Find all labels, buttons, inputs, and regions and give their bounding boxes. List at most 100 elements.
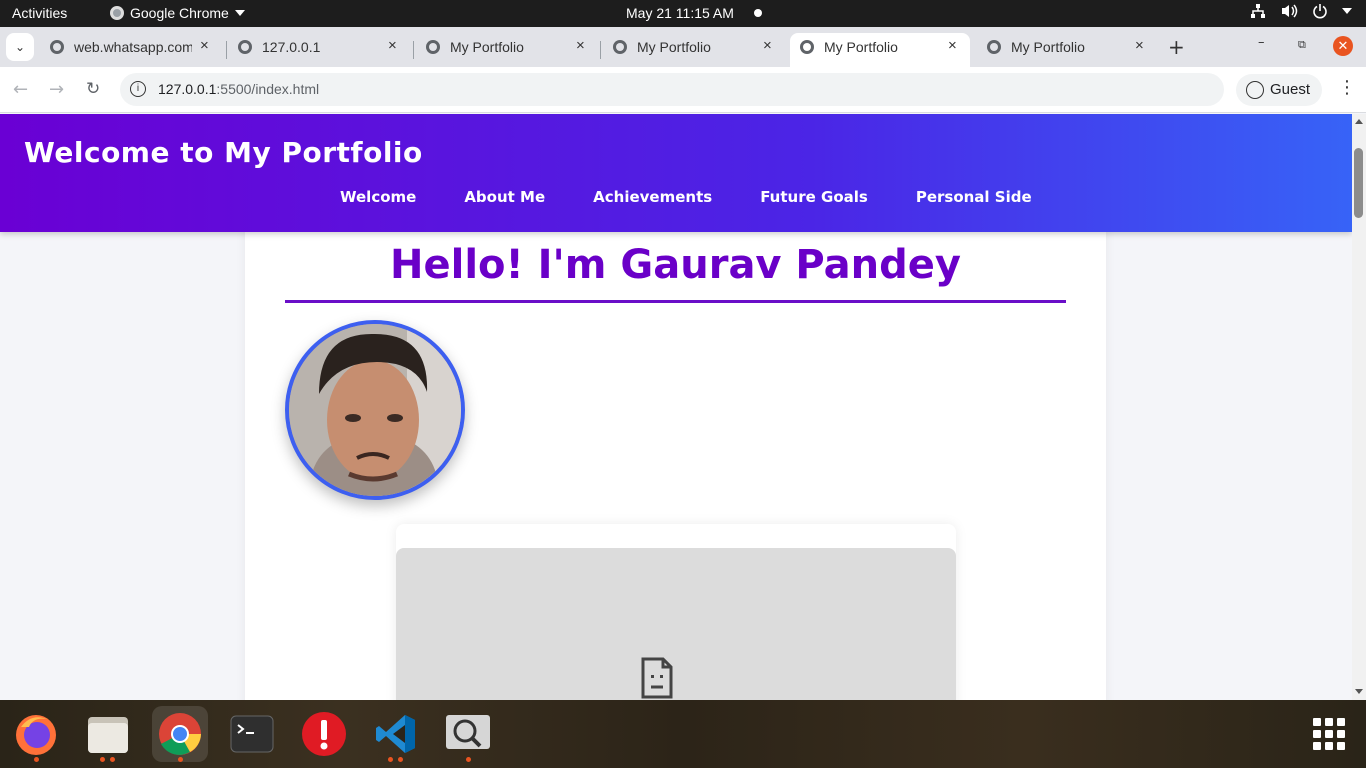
profile-button[interactable]: Guest bbox=[1236, 74, 1322, 106]
files-icon bbox=[88, 717, 128, 753]
notification-dot-icon bbox=[754, 9, 762, 17]
nav-future-goals[interactable]: Future Goals bbox=[736, 188, 892, 206]
page-viewport: Hello! I'm Gaurav Pandey Welcome to My P… bbox=[0, 114, 1352, 700]
restore-icon[interactable]: ⧉ bbox=[1298, 38, 1306, 52]
tab-portfolio-active[interactable]: My Portfolio × bbox=[790, 33, 970, 67]
window-close-icon[interactable]: ✕ bbox=[1333, 36, 1353, 56]
dock-software-updater[interactable] bbox=[296, 706, 352, 762]
tab-portfolio-4[interactable]: My Portfolio × bbox=[977, 33, 1157, 67]
terminal-icon bbox=[230, 715, 274, 753]
tab-search-button[interactable]: ⌄ bbox=[6, 33, 34, 61]
close-tab-icon[interactable]: × bbox=[576, 37, 585, 54]
tab-title: My Portfolio bbox=[637, 39, 711, 55]
dock-terminal[interactable] bbox=[224, 706, 280, 762]
back-icon[interactable]: ← bbox=[13, 79, 28, 100]
scrollbar-thumb[interactable] bbox=[1354, 148, 1363, 218]
firefox-icon bbox=[16, 715, 56, 755]
sad-document-icon bbox=[641, 657, 673, 699]
chrome-small-icon bbox=[110, 6, 124, 20]
heading-underline bbox=[285, 300, 1066, 303]
dock-files[interactable] bbox=[80, 706, 136, 762]
tab-divider bbox=[226, 41, 227, 59]
url-host: 127.0.0.1 bbox=[158, 81, 217, 97]
chevron-down-icon bbox=[234, 10, 245, 16]
more-menu-icon[interactable]: ⋮ bbox=[1338, 77, 1356, 98]
running-indicator bbox=[100, 757, 105, 762]
address-bar[interactable]: i 127.0.0.1:5500/index.html bbox=[120, 73, 1224, 106]
url-text: 127.0.0.1:5500/index.html bbox=[158, 81, 319, 97]
account-icon bbox=[1246, 81, 1264, 99]
close-tab-icon[interactable]: × bbox=[200, 37, 209, 54]
close-tab-icon[interactable]: × bbox=[1135, 37, 1144, 54]
page-scrollbar[interactable] bbox=[1352, 114, 1366, 700]
scroll-down-icon[interactable] bbox=[1355, 689, 1363, 694]
nav-personal-side[interactable]: Personal Side bbox=[892, 188, 1056, 206]
close-tab-icon[interactable]: × bbox=[388, 37, 397, 54]
tab-divider bbox=[600, 41, 601, 59]
new-tab-icon[interactable]: + bbox=[1168, 35, 1185, 59]
dock-firefox[interactable] bbox=[8, 706, 64, 762]
show-apps-grid-icon[interactable] bbox=[1313, 718, 1345, 750]
dock-chrome[interactable] bbox=[152, 706, 208, 762]
running-indicator bbox=[178, 757, 183, 762]
forward-icon[interactable]: → bbox=[49, 79, 64, 100]
running-indicator bbox=[34, 757, 39, 762]
tab-title: 127.0.0.1 bbox=[262, 39, 321, 55]
app-menu[interactable]: Google Chrome bbox=[110, 5, 245, 21]
globe-icon bbox=[987, 40, 1001, 54]
close-tab-icon[interactable]: × bbox=[763, 37, 772, 54]
globe-icon bbox=[50, 40, 64, 54]
vscode-icon bbox=[376, 715, 415, 753]
tab-whatsapp[interactable]: web.whatsapp.com × bbox=[40, 33, 220, 67]
dock-image-viewer[interactable] bbox=[440, 706, 496, 762]
clock[interactable]: May 21 11:15 AM bbox=[626, 5, 734, 21]
profile-photo-image bbox=[289, 324, 461, 496]
failed-embed-placeholder bbox=[396, 548, 956, 700]
hero-heading: Hello! I'm Gaurav Pandey bbox=[390, 242, 961, 288]
globe-icon bbox=[238, 40, 252, 54]
volume-icon bbox=[1282, 4, 1298, 18]
globe-icon bbox=[800, 40, 814, 54]
tab-portfolio-1[interactable]: My Portfolio × bbox=[416, 33, 596, 67]
chevron-down-icon: ⌄ bbox=[14, 40, 26, 54]
running-indicator bbox=[388, 757, 393, 762]
search-image-icon bbox=[446, 715, 490, 749]
activities-button[interactable]: Activities bbox=[12, 5, 67, 21]
browser-toolbar: ← → ↻ i 127.0.0.1:5500/index.html Guest … bbox=[0, 67, 1366, 113]
tab-title: web.whatsapp.com bbox=[74, 39, 192, 55]
globe-icon bbox=[426, 40, 440, 54]
scroll-up-icon[interactable] bbox=[1355, 119, 1363, 124]
app-menu-label: Google Chrome bbox=[130, 5, 229, 21]
tab-strip: ⌄ web.whatsapp.com × 127.0.0.1 × My Port… bbox=[0, 27, 1366, 67]
tab-title: My Portfolio bbox=[1011, 39, 1085, 55]
site-title: Welcome to My Portfolio bbox=[24, 136, 423, 169]
tab-title: My Portfolio bbox=[824, 39, 898, 55]
profile-photo bbox=[285, 320, 465, 500]
system-tray[interactable] bbox=[1250, 3, 1352, 19]
tab-title: My Portfolio bbox=[450, 39, 524, 55]
system-top-bar: Activities Google Chrome May 21 11:15 AM bbox=[0, 0, 1366, 27]
site-nav: Welcome About Me Achievements Future Goa… bbox=[316, 188, 1056, 206]
tab-portfolio-2[interactable]: My Portfolio × bbox=[603, 33, 783, 67]
reload-icon[interactable]: ↻ bbox=[86, 79, 100, 99]
tab-localhost[interactable]: 127.0.0.1 × bbox=[228, 33, 408, 67]
intro-card: Hello! I'm Gaurav Pandey bbox=[245, 224, 1106, 700]
nav-welcome[interactable]: Welcome bbox=[316, 188, 440, 206]
chrome-icon bbox=[159, 713, 201, 755]
globe-icon bbox=[613, 40, 627, 54]
nav-achievements[interactable]: Achievements bbox=[569, 188, 736, 206]
site-info-icon[interactable]: i bbox=[130, 81, 146, 97]
url-path: :5500/index.html bbox=[216, 81, 320, 97]
running-indicator bbox=[398, 757, 403, 762]
nav-about-me[interactable]: About Me bbox=[440, 188, 569, 206]
close-tab-icon[interactable]: × bbox=[948, 37, 957, 54]
alert-icon bbox=[302, 712, 346, 756]
dock-vscode[interactable] bbox=[368, 706, 424, 762]
minimize-icon[interactable]: – bbox=[1258, 35, 1265, 50]
running-indicator bbox=[466, 757, 471, 762]
power-icon bbox=[1313, 4, 1327, 19]
running-indicator bbox=[110, 757, 115, 762]
embedded-video-frame[interactable] bbox=[396, 524, 956, 700]
dock bbox=[0, 700, 1366, 768]
site-header: Welcome to My Portfolio Welcome About Me… bbox=[0, 114, 1352, 232]
